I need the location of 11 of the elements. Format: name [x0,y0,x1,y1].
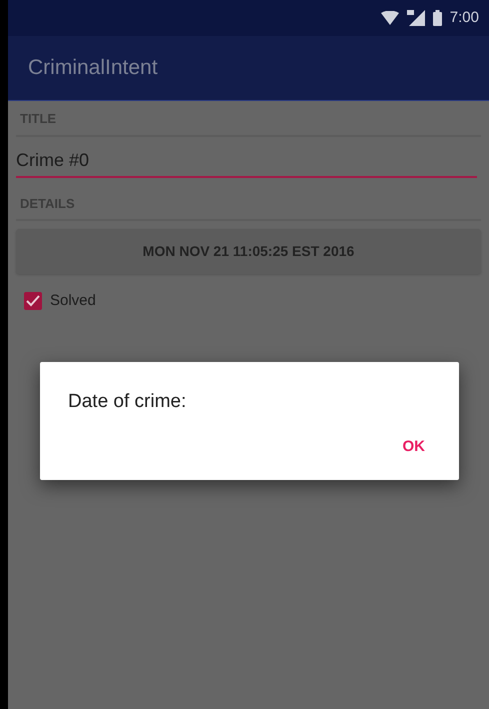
battery-icon [432,10,442,26]
status-time: 7:00 [450,8,479,28]
solved-checkbox[interactable] [24,292,42,310]
dialog-button[interactable]: OK [392,430,435,464]
wifi-icon [380,11,399,25]
app-title: CriminalIntent [28,55,158,82]
date-button[interactable]: MON NOV 21 11:05:25 EST 2016 [16,229,481,274]
cellular-signal-icon [406,10,425,26]
dialog-title: Date of crime: [67,390,188,414]
title-input-field[interactable]: Crime #0 [16,136,477,178]
checkbox-label: Solved [50,291,96,311]
